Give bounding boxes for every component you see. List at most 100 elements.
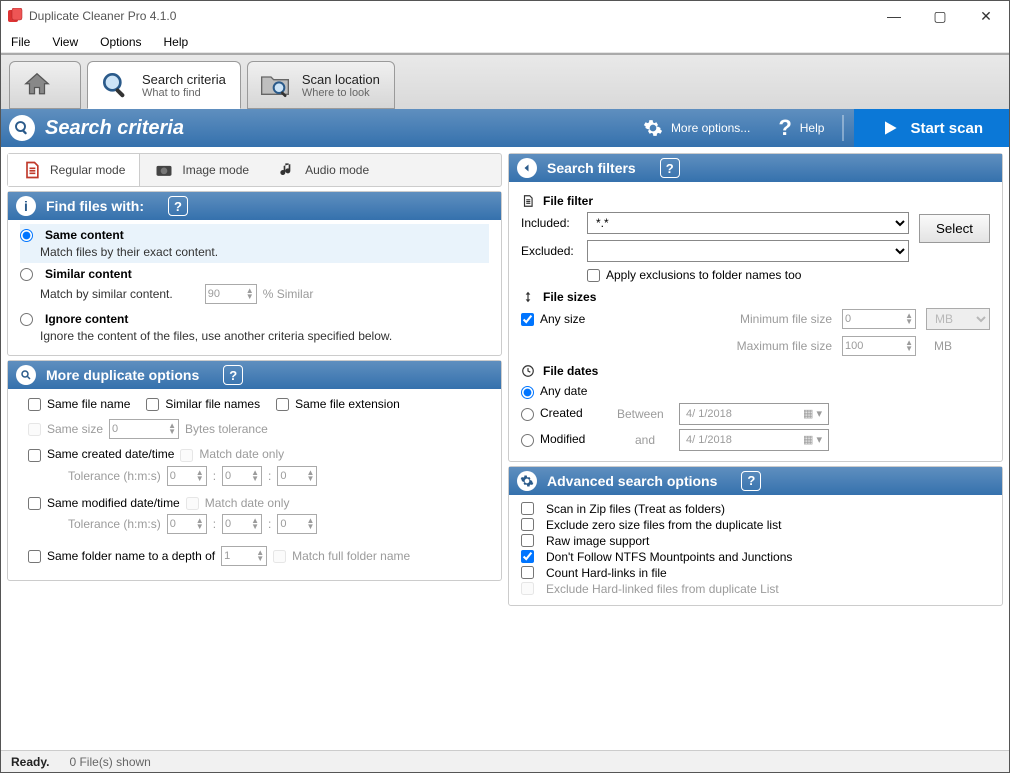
tab-search-criteria[interactable]: Search criteria What to find [87, 61, 241, 109]
main-tabstrip: Search criteria What to find Scan locati… [1, 53, 1009, 109]
mode-image[interactable]: Image mode [140, 154, 263, 186]
same-folder-depth-check[interactable]: Same folder name to a depth of [28, 549, 215, 563]
tol-m-1: 0▲▼ [222, 466, 262, 486]
count-hardlinks-check[interactable]: Count Hard-links in file [521, 565, 990, 581]
close-button[interactable]: ✕ [963, 1, 1009, 31]
tab-scan-location[interactable]: Scan location Where to look [247, 61, 395, 109]
menu-options[interactable]: Options [100, 35, 141, 49]
included-select[interactable]: *.* [587, 212, 909, 234]
arrow-left-icon[interactable] [517, 158, 537, 178]
same-size-check: Same size [28, 422, 103, 436]
no-ntfs-check[interactable]: Don't Follow NTFS Mountpoints and Juncti… [521, 549, 990, 565]
document-icon [521, 194, 535, 208]
maximize-button[interactable]: ▢ [917, 1, 963, 31]
help-label: Help [800, 121, 825, 135]
ignore-content-label: Ignore content [45, 312, 128, 326]
ignore-content-radio[interactable]: Ignore content [20, 312, 489, 326]
menu-help[interactable]: Help [164, 35, 189, 49]
similar-content-label: Similar content [45, 267, 132, 281]
any-date-radio[interactable]: Any date [521, 384, 587, 398]
date-to-input: 4/ 1/2018▦ ▾ [679, 429, 829, 451]
play-icon [880, 118, 900, 138]
question-icon: ? [778, 115, 791, 141]
tab-search-criteria-sub: What to find [142, 87, 226, 99]
select-button[interactable]: Select [919, 214, 990, 243]
home-icon [20, 68, 54, 102]
apply-exclusions-check[interactable]: Apply exclusions to folder names too [587, 268, 801, 282]
min-size-input: 0▲▼ [842, 309, 916, 329]
modified-radio[interactable]: Modified [521, 432, 611, 446]
same-file-name-check[interactable]: Same file name [28, 397, 130, 411]
match-date-only-modified-check: Match date only [186, 496, 290, 510]
max-size-label: Maximum file size [737, 339, 832, 353]
mode-regular[interactable]: Regular mode [8, 154, 140, 186]
gear-icon [517, 471, 537, 491]
clock-icon [521, 364, 535, 378]
mode-audio-label: Audio mode [305, 163, 369, 177]
calendar-icon: ▦ ▾ [803, 407, 822, 420]
camera-icon [154, 160, 174, 180]
help-button[interactable]: ? Help [764, 109, 838, 147]
search-filters-title: Search filters [547, 160, 636, 176]
max-size-unit: MB [926, 339, 990, 353]
minimize-button[interactable]: — [871, 1, 917, 31]
same-content-radio[interactable]: Same content [20, 228, 489, 242]
created-radio[interactable]: Created [521, 406, 611, 420]
find-files-title: Find files with: [46, 198, 144, 214]
menubar: File View Options Help [1, 31, 1009, 53]
statusbar: Ready. 0 File(s) shown [1, 750, 1009, 772]
similar-file-names-check[interactable]: Similar file names [146, 397, 260, 411]
advanced-title: Advanced search options [547, 473, 717, 489]
help-icon[interactable]: ? [741, 471, 761, 491]
status-files: 0 File(s) shown [69, 755, 150, 769]
tol-s-2: 0▲▼ [277, 514, 317, 534]
similar-percent-suffix: % Similar [263, 287, 314, 301]
tol-s-1: 0▲▼ [277, 466, 317, 486]
exclude-zero-check[interactable]: Exclude zero size files from the duplica… [521, 517, 990, 533]
same-modified-check[interactable]: Same modified date/time [28, 496, 180, 510]
similar-content-radio[interactable]: Similar content [20, 267, 489, 281]
more-options-button[interactable]: More options... [629, 109, 764, 147]
advanced-section: Advanced search options ? Scan in Zip fi… [508, 466, 1003, 606]
raw-image-check[interactable]: Raw image support [521, 533, 990, 549]
same-ext-check[interactable]: Same file extension [276, 397, 400, 411]
find-files-section: i Find files with: ? Same content Match … [7, 191, 502, 356]
tab-scan-location-sub: Where to look [302, 87, 380, 99]
info-icon: i [16, 196, 36, 216]
calendar-icon: ▦ ▾ [803, 433, 822, 446]
search-filters-section: Search filters ? File filter Included: *… [508, 153, 1003, 462]
help-icon[interactable]: ? [168, 196, 188, 216]
menu-view[interactable]: View [52, 35, 78, 49]
size-tolerance-input: 0▲▼ [109, 419, 179, 439]
excluded-select[interactable] [587, 240, 909, 262]
any-size-check[interactable]: Any size [521, 312, 585, 326]
tolerance-label-1: Tolerance (h:m:s) [68, 469, 161, 483]
min-size-label: Minimum file size [740, 312, 832, 326]
bytes-tolerance-label: Bytes tolerance [185, 422, 268, 436]
tab-search-criteria-title: Search criteria [142, 72, 226, 87]
mode-audio[interactable]: Audio mode [263, 154, 383, 186]
window-title: Duplicate Cleaner Pro 4.1.0 [29, 9, 871, 23]
max-size-input: 100▲▼ [842, 336, 916, 356]
and-label: and [617, 433, 673, 447]
exclude-hardlinked-check: Exclude Hard-linked files from duplicate… [521, 581, 990, 597]
scan-zip-check[interactable]: Scan in Zip files (Treat as folders) [521, 501, 990, 517]
help-icon[interactable]: ? [223, 365, 243, 385]
between-label: Between [617, 407, 673, 421]
same-created-check[interactable]: Same created date/time [28, 447, 174, 461]
folder-depth-input: 1▲▼ [221, 546, 267, 566]
tol-m-2: 0▲▼ [222, 514, 262, 534]
help-icon[interactable]: ? [660, 158, 680, 178]
tol-h-1: 0▲▼ [167, 466, 207, 486]
file-filter-header: File filter [521, 194, 990, 208]
start-scan-button[interactable]: Start scan [854, 109, 1009, 147]
toolbar: Search criteria More options... ? Help S… [1, 109, 1009, 147]
tab-home[interactable] [9, 61, 81, 109]
similar-percent-input[interactable]: 90▲▼ [205, 284, 257, 304]
toolbar-magnifier-icon [9, 115, 35, 141]
menu-file[interactable]: File [11, 35, 30, 49]
same-content-sub: Match files by their exact content. [20, 245, 489, 259]
mode-image-label: Image mode [182, 163, 249, 177]
gear-icon [643, 118, 663, 138]
date-from-input: 4/ 1/2018▦ ▾ [679, 403, 829, 425]
